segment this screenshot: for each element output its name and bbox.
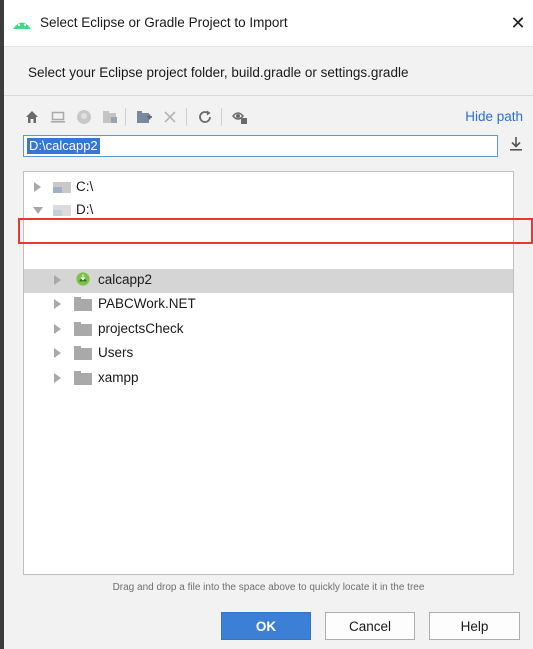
tree-item-pabcwork[interactable]: PABCWork.NET: [24, 293, 513, 317]
drive-icon: [53, 205, 71, 216]
show-hidden-icon[interactable]: [228, 105, 252, 129]
expand-arrow-icon[interactable]: [54, 275, 61, 285]
tree-item-label: C:\: [76, 179, 94, 194]
tree-item-c-drive[interactable]: C:\: [24, 176, 513, 200]
ok-button[interactable]: OK: [221, 612, 311, 640]
tree-item-label: PABCWork.NET: [98, 296, 196, 311]
new-folder-icon[interactable]: [132, 105, 156, 129]
help-button[interactable]: Help: [429, 612, 520, 640]
tree-item-calcapp2[interactable]: calcapp2: [24, 269, 513, 293]
expand-arrow-icon[interactable]: [54, 373, 61, 383]
expand-arrow-icon[interactable]: [54, 324, 61, 334]
collapse-arrow-icon[interactable]: [33, 207, 43, 214]
close-icon[interactable]: ✕: [503, 8, 533, 38]
tree-item-projectscheck[interactable]: projectsCheck: [24, 318, 513, 342]
toolbar-separator: [186, 108, 187, 126]
dialog-body: Select your Eclipse project folder, buil…: [4, 47, 533, 649]
path-field[interactable]: D:\calcapp2: [23, 135, 498, 157]
tree-item-label: calcapp2: [98, 272, 153, 287]
tree-item-label: D:\: [76, 202, 94, 217]
import-project-dialog: Select Eclipse or Gradle Project to Impo…: [4, 0, 533, 649]
module-icon[interactable]: [98, 105, 122, 129]
path-field-value: D:\calcapp2: [27, 138, 100, 154]
expand-arrow-icon[interactable]: [34, 182, 41, 192]
drag-drop-hint: Drag and drop a file into the space abov…: [112, 582, 425, 593]
expand-arrow-icon[interactable]: [54, 348, 61, 358]
toolbar-separator: [221, 108, 222, 126]
tree-item-xampp[interactable]: xampp: [24, 367, 513, 391]
tree-item-label: xampp: [98, 370, 139, 385]
android-project-icon: [76, 272, 90, 286]
tree-item-label: Users: [98, 345, 134, 360]
tree-item-label: projectsCheck: [98, 321, 184, 336]
home-icon[interactable]: [20, 105, 44, 129]
selection-highlight-annotation: [18, 218, 533, 244]
desktop-icon[interactable]: [46, 105, 70, 129]
delete-icon[interactable]: [158, 105, 182, 129]
folder-icon: [74, 346, 92, 360]
instruction-text: Select your Eclipse project folder, buil…: [28, 65, 409, 80]
folder-icon: [74, 322, 92, 336]
tree-item-users[interactable]: Users: [24, 342, 513, 366]
expand-arrow-icon[interactable]: [54, 299, 61, 309]
download-icon[interactable]: [507, 136, 525, 156]
dialog-title: Select Eclipse or Gradle Project to Impo…: [40, 15, 288, 30]
cancel-button[interactable]: Cancel: [325, 612, 415, 640]
project-icon[interactable]: [72, 105, 96, 129]
folder-icon: [74, 297, 92, 311]
title-bar[interactable]: Select Eclipse or Gradle Project to Impo…: [4, 0, 533, 47]
toolbar-separator: [125, 108, 126, 126]
android-studio-icon: [13, 22, 31, 29]
folder-icon: [74, 371, 92, 385]
divider: [4, 95, 533, 96]
drive-icon: [53, 182, 71, 193]
hide-path-link[interactable]: Hide path: [465, 109, 523, 124]
refresh-icon[interactable]: [193, 105, 217, 129]
